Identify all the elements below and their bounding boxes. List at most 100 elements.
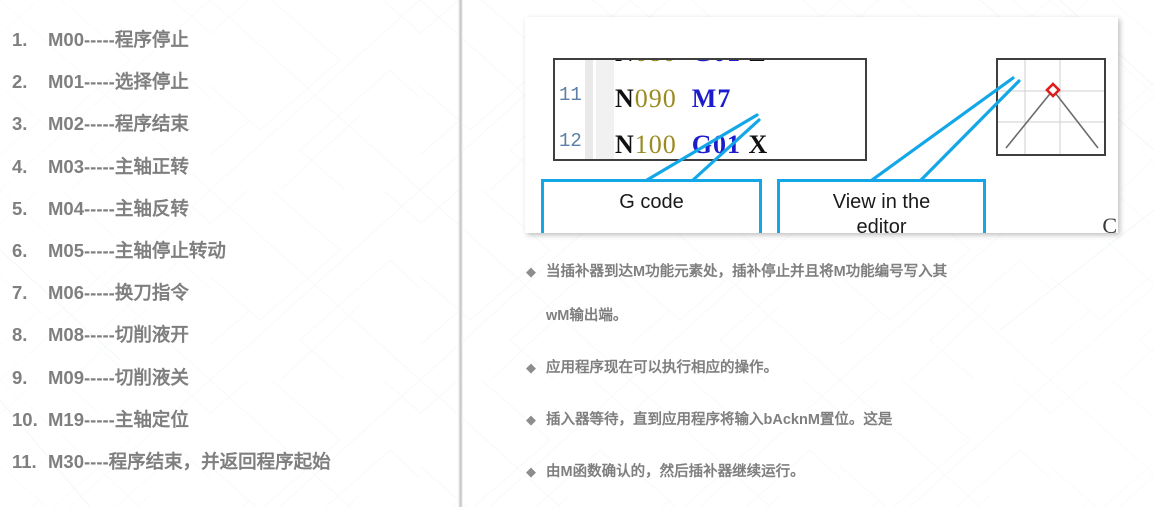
figure-panel: N080 G01 Z 11 N090 M7 12 N100 G01 X <box>525 17 1118 233</box>
code-line-text: N080 G01 Z <box>615 60 767 68</box>
code-token-number: 100 <box>634 130 677 159</box>
code-token-axis: X <box>748 130 769 159</box>
mcode-id: M00 <box>48 29 84 50</box>
list-item: 2. M01-----选择停止 <box>12 68 448 110</box>
list-item: 9. M09-----切削液关 <box>12 364 448 406</box>
code-token-command: G01 <box>691 130 742 159</box>
mcode-dashes: ----- <box>84 282 115 304</box>
mcode-description: 主轴定位 <box>114 408 189 430</box>
mcode-dashes: ----- <box>84 239 115 261</box>
list-item-text: M03-----主轴正转 <box>48 153 448 179</box>
content-column: N080 G01 Z 11 N090 M7 12 N100 G01 X <box>463 0 1154 507</box>
code-line: 12 N100 G01 X <box>555 130 865 159</box>
list-item: 3. M02-----程序结束 <box>12 110 448 152</box>
bullet-item: ◆ 插入器等待，直到应用程序将输入bAcknM置位。这是 <box>526 410 1146 430</box>
mcode-dashes: ----- <box>84 71 115 93</box>
toolpath-line <box>1005 88 1099 149</box>
mcode-id: M19 <box>48 408 84 430</box>
mcode-id: M03 <box>48 155 84 177</box>
code-token-n: N <box>615 84 635 113</box>
mcode-list: 1. M00-----程序停止 2. M01-----选择停止 3. M02--… <box>12 26 448 490</box>
mcode-description: 主轴停止转动 <box>114 239 226 261</box>
bullet-item-text: 当插补器到达M功能元素处，插补停止并且将M功能编号写入其 <box>546 264 948 280</box>
code-line: N080 G01 Z <box>555 60 865 82</box>
mcode-dashes: ----- <box>84 197 115 219</box>
diamond-bullet-icon: ◆ <box>526 264 536 279</box>
list-item-text: M06-----换刀指令 <box>48 279 448 305</box>
list-item-index: 2. <box>12 71 28 93</box>
list-item-index: 3. <box>12 113 28 135</box>
mcode-description: 换刀指令 <box>114 282 189 304</box>
code-token-axis: Z <box>749 60 767 67</box>
mcode-list-column: 1. M00-----程序停止 2. M01-----选择停止 3. M02--… <box>0 0 458 507</box>
list-item-text: M08-----切削液开 <box>48 321 448 347</box>
mcode-description: 程序结束 <box>114 113 189 135</box>
list-item: 8. M08-----切削液开 <box>12 321 448 363</box>
mcode-dashes: ----- <box>84 366 115 388</box>
list-item-text: M19-----主轴定位 <box>48 406 448 432</box>
bullet-item-text: 插入器等待，直到应用程序将输入bAcknM置位。这是 <box>546 412 893 428</box>
bullet-item-continuation: wM输出端。 <box>546 308 628 324</box>
toolpath-preview <box>998 60 1104 154</box>
code-line-text: N090 M7 <box>615 84 731 114</box>
mcode-description: 程序结束，并返回程序起始 <box>108 450 331 472</box>
line-number: 12 <box>559 130 582 152</box>
list-item: 11. M30----程序结束，并返回程序起始 <box>12 448 448 490</box>
mcode-id: M09 <box>48 366 84 388</box>
list-item-index: 10. <box>12 408 38 430</box>
list-item-index: 6. <box>12 239 28 261</box>
list-item-text: M01-----选择停止 <box>48 68 448 94</box>
list-item-index: 11. <box>12 450 37 472</box>
diamond-bullet-icon: ◆ <box>526 360 536 375</box>
list-item: 6. M05-----主轴停止转动 <box>12 237 448 279</box>
list-item-index: 1. <box>12 29 28 50</box>
bullet-item: ◆ 由M函数确认的，然后插补器继续运行。 <box>526 462 1146 482</box>
mcode-id: M05 <box>48 239 84 261</box>
code-token-number: 090 <box>634 84 677 113</box>
mcode-description: 选择停止 <box>114 71 189 93</box>
clipped-corner-glyph: C <box>1102 213 1117 233</box>
mcode-description: 切削液开 <box>114 324 189 346</box>
callout-g-code: G code <box>541 179 762 233</box>
slide-root: 1. M00-----程序停止 2. M01-----选择停止 3. M02--… <box>0 0 1154 507</box>
list-item-index: 4. <box>12 155 28 177</box>
callout-editor-line2: editor <box>856 216 907 233</box>
list-item-text: M09-----切削液关 <box>48 364 448 390</box>
callout-editor-view-label: View in the editor <box>833 190 930 233</box>
callout-editor-line1: View in the <box>832 191 931 213</box>
mcode-dashes: ----- <box>84 408 115 430</box>
mcode-dashes: ----- <box>84 155 115 177</box>
gcode-editor-box: N080 G01 Z 11 N090 M7 12 N100 G01 X <box>553 58 867 161</box>
code-token-command: G01 <box>692 60 741 67</box>
list-item-text: M05-----主轴停止转动 <box>48 237 448 263</box>
mcode-id: M02 <box>48 113 84 135</box>
preview-grid <box>998 60 1104 154</box>
mcode-description: 主轴反转 <box>114 197 189 219</box>
mcode-description: 主轴正转 <box>114 155 189 177</box>
bullet-item-text: 由M函数确认的，然后插补器继续运行。 <box>546 464 805 480</box>
list-item: 10. M19-----主轴定位 <box>12 406 448 448</box>
editor-preview-box <box>996 58 1106 156</box>
list-item: 7. M06-----换刀指令 <box>12 279 448 321</box>
mcode-dashes: ----- <box>84 29 115 50</box>
mcode-id: M08 <box>48 324 84 346</box>
list-item: 1. M00-----程序停止 <box>12 26 448 68</box>
bullet-item: ◆ 应用程序现在可以执行相应的操作。 <box>526 358 1146 378</box>
callout-editor-view: View in the editor <box>777 179 986 233</box>
list-item: 4. M03-----主轴正转 <box>12 153 448 195</box>
bullet-item: ◆ 当插补器到达M功能元素处，插补停止并且将M功能编号写入其 <box>526 262 1146 282</box>
mcode-dashes: ----- <box>84 324 115 346</box>
bullet-list: ◆ 当插补器到达M功能元素处，插补停止并且将M功能编号写入其 wM输出端。 ◆ … <box>526 262 1146 482</box>
code-token-n: N <box>615 60 635 67</box>
list-item-text: M02-----程序结束 <box>48 110 448 136</box>
mcode-id: M06 <box>48 282 84 304</box>
callout-g-code-label: G code <box>619 191 684 213</box>
list-item-index: 5. <box>12 197 28 219</box>
code-line: 11 N090 M7 <box>555 84 865 128</box>
list-item-index: 7. <box>12 282 28 304</box>
mcode-description: 切削液关 <box>114 366 189 388</box>
bullet-item-text: 应用程序现在可以执行相应的操作。 <box>546 360 778 376</box>
